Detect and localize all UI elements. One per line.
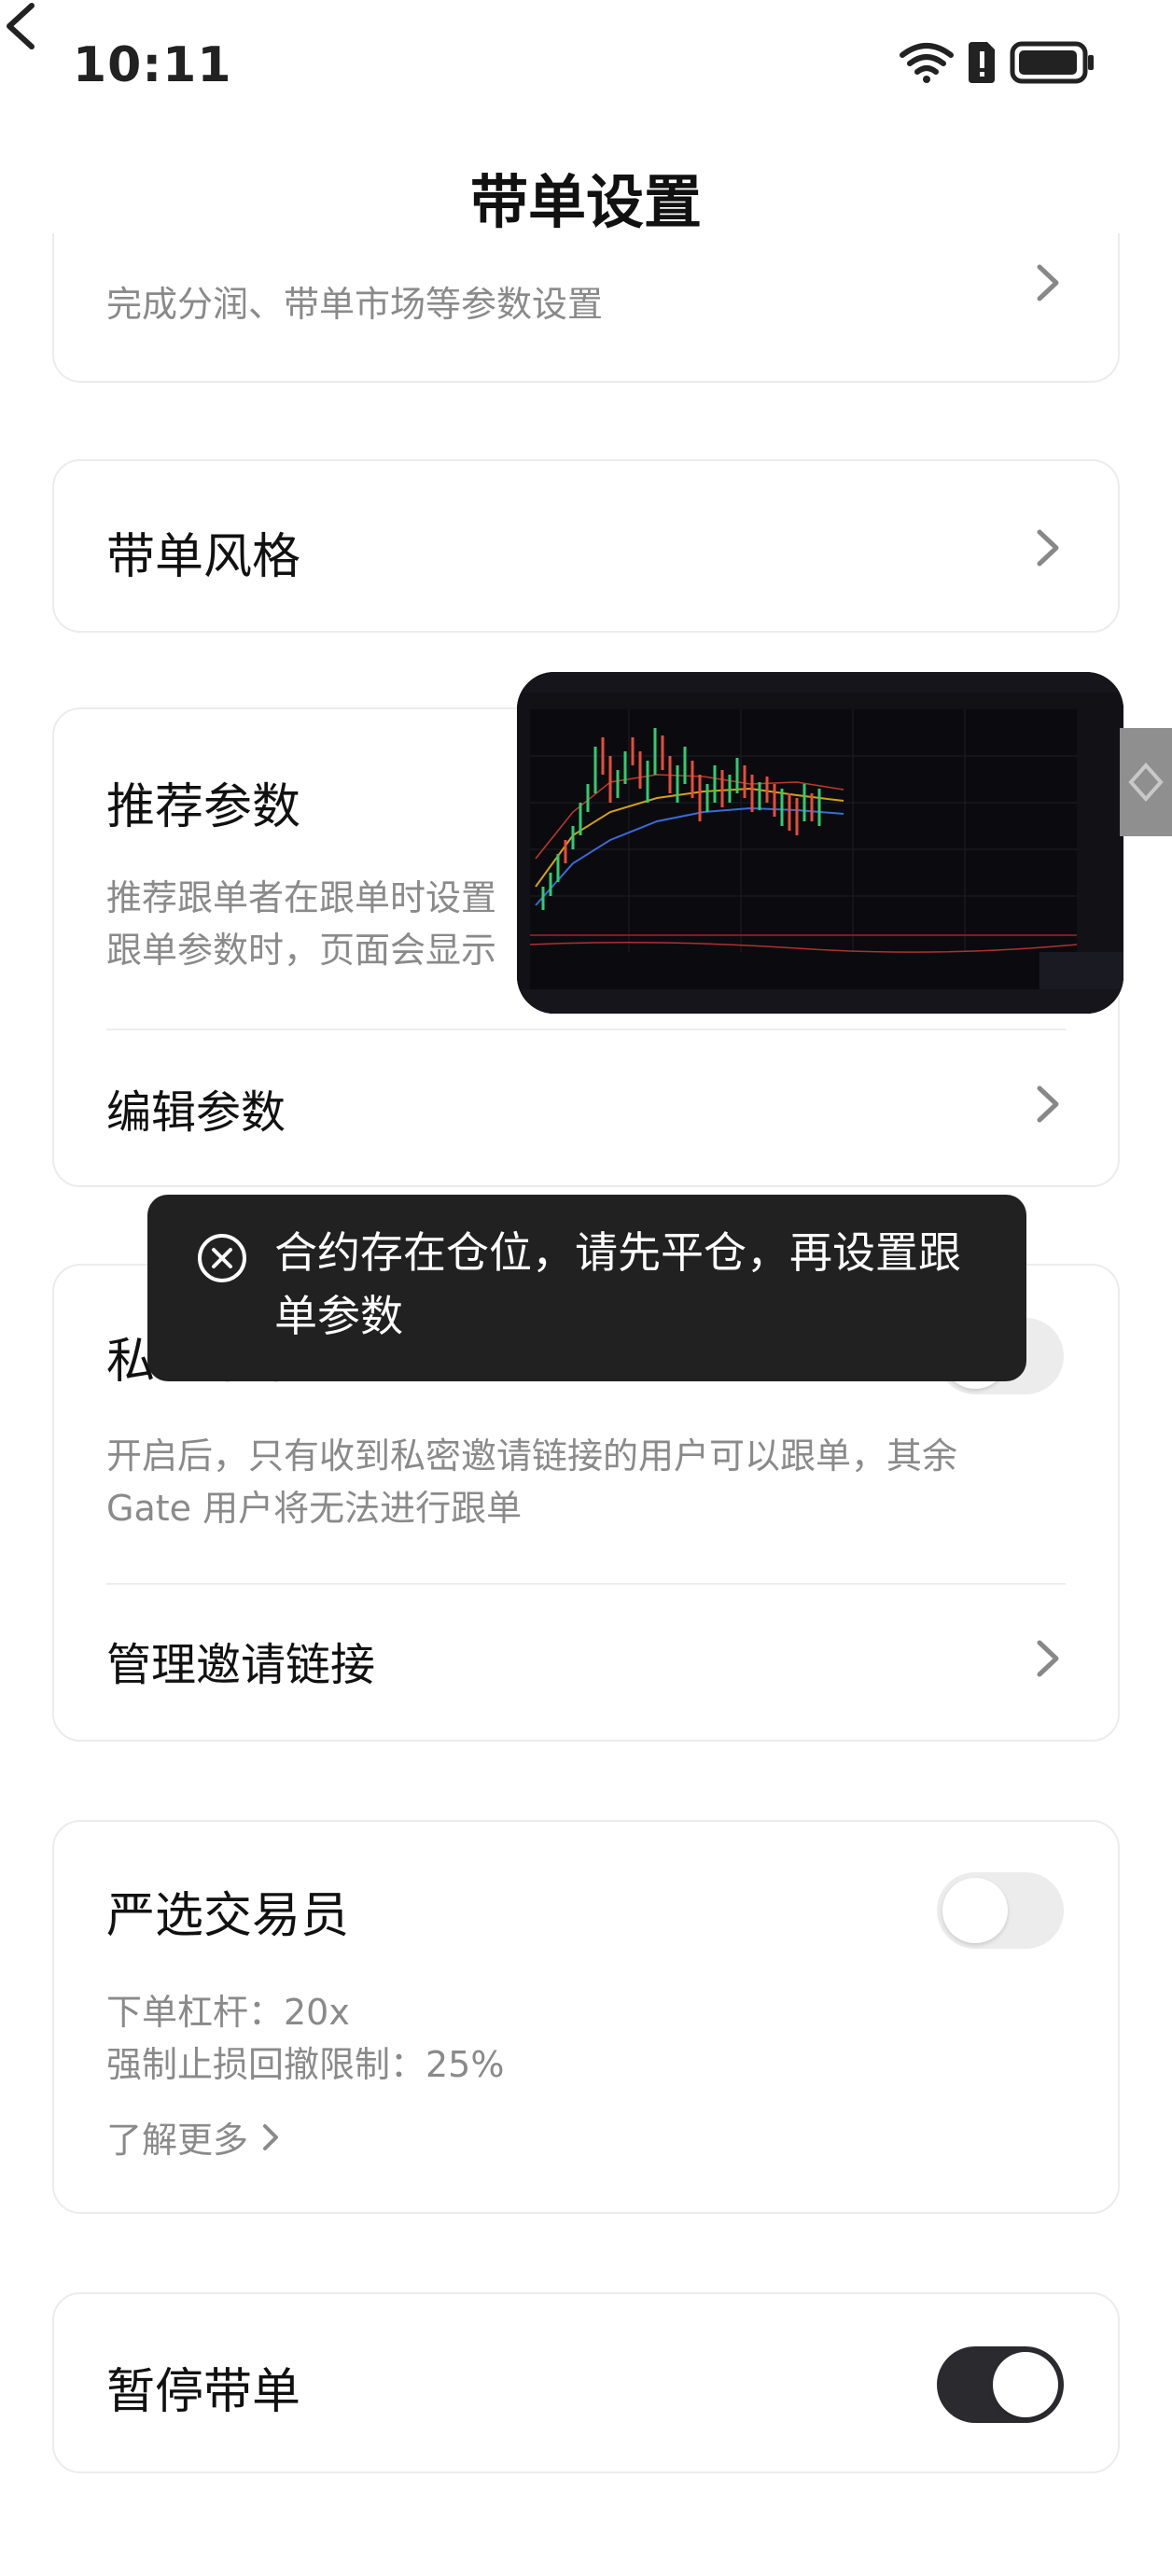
alert-sim-icon (969, 42, 995, 83)
pause-card: 暂停带单 (52, 2292, 1120, 2473)
status-time: 10:11 (73, 37, 232, 93)
wifi-icon (900, 43, 954, 83)
params-subtitle: 完成分润、带单市场等参数设置 (106, 284, 604, 325)
edit-params-label: 编辑参数 (106, 1086, 286, 1139)
recommend-desc-1: 推荐跟单者在跟单时设置 (106, 877, 497, 918)
style-title: 带单风格 (106, 529, 301, 585)
select-trader-title: 严选交易员 (106, 1888, 350, 1944)
chevron-right-icon (1037, 264, 1059, 301)
learn-more-link[interactable]: 了解更多 (106, 2111, 280, 2163)
toast-message: 合约存在仓位，请先平仓，再设置跟单参数 (274, 1227, 961, 1341)
chevron-right-icon (1037, 1640, 1059, 1677)
edit-params-row[interactable]: 编辑参数 (54, 1030, 1118, 1189)
learn-more-label: 了解更多 (106, 2120, 249, 2161)
select-trader-toggle[interactable] (937, 1872, 1064, 1949)
style-card[interactable]: 带单风格 (52, 459, 1120, 633)
chevron-right-icon (263, 2123, 279, 2150)
recommend-title: 推荐参数 (106, 779, 301, 835)
stop-loss-text: 强制止损回撤限制：25% (106, 2044, 505, 2085)
manage-invite-label: 管理邀请链接 (106, 1639, 376, 1691)
floating-chart-window[interactable] (517, 672, 1123, 1014)
diamond-icon (1128, 762, 1164, 803)
select-trader-card: 严选交易员 下单杠杆：20x 强制止损回撤限制：25% 了解更多 (52, 1820, 1120, 2214)
error-toast: 合约存在仓位，请先平仓，再设置跟单参数 (147, 1195, 1026, 1381)
back-icon[interactable] (0, 0, 41, 52)
page-title: 带单设置 (469, 168, 702, 236)
recommend-desc-2: 跟单参数时，页面会显示 (106, 930, 497, 971)
leverage-text: 下单杠杆：20x (106, 1992, 350, 2033)
manage-invite-row[interactable]: 管理邀请链接 (54, 1585, 1118, 1742)
params-card[interactable]: 完成分润、带单市场等参数设置 (52, 233, 1120, 383)
battery-icon (1010, 41, 1094, 84)
chevron-right-icon (1037, 1085, 1059, 1123)
private-desc-1: 开启后，只有收到私密邀请链接的用户可以跟单，其余 (106, 1435, 958, 1477)
candlestick-chart-thumbnail (517, 672, 1123, 1014)
status-icons (900, 41, 1095, 84)
pause-toggle[interactable] (937, 2346, 1064, 2423)
floating-side-tab[interactable] (1120, 728, 1172, 836)
private-desc-2: Gate 用户将无法进行跟单 (106, 1488, 523, 1529)
pause-title: 暂停带单 (106, 2364, 301, 2420)
chevron-right-icon (1037, 529, 1059, 567)
close-circle-icon (198, 1234, 246, 1282)
